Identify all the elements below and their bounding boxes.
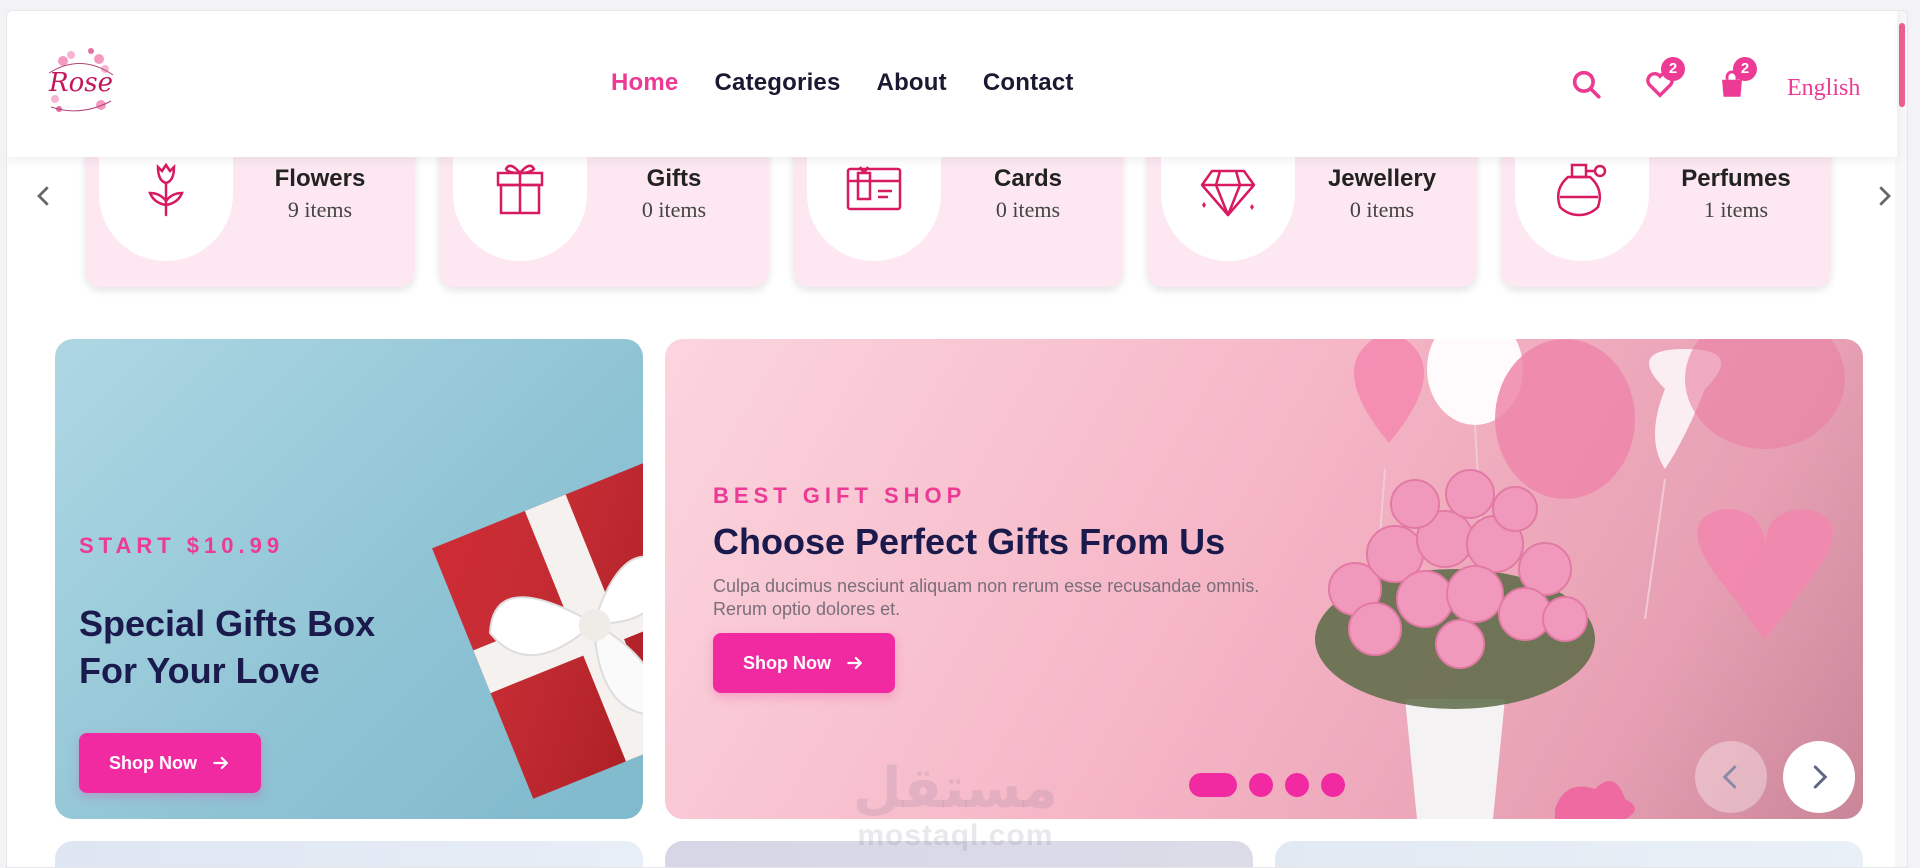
slider-dot-3[interactable]: [1285, 773, 1309, 797]
card-icon: [846, 166, 902, 211]
gift-icon: [496, 164, 544, 215]
category-name: Cards: [993, 165, 1063, 192]
arrow-right-icon: [847, 656, 862, 670]
promo-title-line2: For Your Love: [79, 649, 320, 691]
category-card-perfumes[interactable]: Perfumes 1 items: [1501, 139, 1831, 287]
perfume-icon: [1557, 163, 1607, 217]
hero-kicker: BEST GIFT SHOP: [713, 483, 967, 508]
chevron-right-icon: [1879, 186, 1891, 206]
search-button[interactable]: [1569, 67, 1603, 101]
button-label: Shop Now: [743, 652, 831, 673]
promo-kicker: START $10.99: [79, 533, 285, 558]
flower-icon: [148, 162, 184, 217]
category-count: 0 items: [641, 197, 707, 222]
browser-viewport: Rose Home Categories About Contact 2 2 E…: [6, 10, 1908, 868]
nav-about[interactable]: About: [877, 69, 947, 97]
chevron-right-icon: [1813, 765, 1828, 789]
category-card-gifts[interactable]: Gifts 0 items: [439, 139, 769, 287]
wishlist-count-badge: 2: [1661, 57, 1685, 81]
category-card-cards[interactable]: Cards 0 items: [793, 139, 1123, 287]
hero-title: Choose Perfect Gifts From Us: [713, 521, 1226, 562]
promo-title: Special Gifts Box For Your Love: [79, 601, 375, 695]
nav-contact[interactable]: Contact: [983, 69, 1074, 97]
slider-dot-2[interactable]: [1249, 773, 1273, 797]
promo-shop-now-button[interactable]: Shop Now: [79, 733, 261, 793]
slider-next-button[interactable]: [1783, 741, 1855, 813]
category-name: Perfumes: [1681, 165, 1791, 192]
svg-text:Rose: Rose: [48, 68, 113, 98]
roses-balloons-photo: [1315, 339, 1845, 819]
category-icon-circle: [1515, 139, 1649, 261]
categories-next-arrow[interactable]: [1869, 181, 1899, 211]
watermark-arabic: مستقل: [853, 756, 1058, 821]
hero-slider: BEST GIFT SHOP Choose Perfect Gifts From…: [665, 339, 1863, 819]
promo-title-line1: Special Gifts Box: [79, 603, 376, 644]
promo-card-peek-3: [1275, 841, 1863, 867]
hero-shop-now-button[interactable]: Shop Now: [713, 633, 895, 693]
wishlist-button[interactable]: 2: [1643, 57, 1685, 101]
mostaql-watermark: مستقل mostaql.com: [853, 759, 1058, 853]
diamond-icon: [1200, 169, 1256, 217]
category-icon-circle: [807, 139, 941, 261]
category-icon-circle: [99, 139, 233, 261]
rose-logo[interactable]: Rose: [41, 43, 121, 123]
language-selector[interactable]: English: [1787, 75, 1860, 102]
button-label: Shop Now: [109, 752, 197, 773]
gift-box-photo: [432, 458, 643, 799]
category-icon-circle: [453, 139, 587, 261]
category-name: Jewellery: [1327, 165, 1437, 192]
category-count: 9 items: [287, 197, 353, 222]
scrollbar-thumb[interactable]: [1899, 23, 1905, 107]
category-name: Gifts: [646, 165, 702, 192]
category-name: Flowers: [274, 165, 366, 192]
category-card-flowers[interactable]: Flowers 9 items: [85, 139, 415, 287]
chevron-left-icon: [37, 186, 49, 206]
category-count: 0 items: [995, 197, 1061, 222]
cart-button[interactable]: 2: [1715, 57, 1757, 101]
main-nav: Home Categories About Contact: [611, 69, 1074, 97]
promo-card-peek-1: [55, 841, 643, 867]
search-icon: [1572, 70, 1601, 99]
promo-banner-gift-box: START $10.99 Special Gifts Box For Your …: [55, 339, 643, 819]
chevron-left-icon: [1722, 765, 1737, 789]
nav-categories[interactable]: Categories: [714, 69, 840, 97]
category-icon-circle: [1161, 139, 1295, 261]
category-count: 1 items: [1703, 197, 1769, 222]
cart-count-badge: 2: [1733, 57, 1757, 81]
slider-dot-4[interactable]: [1321, 773, 1345, 797]
category-count: 0 items: [1349, 197, 1415, 222]
site-header: Rose Home Categories About Contact 2 2 E…: [7, 11, 1897, 157]
slider-prev-button[interactable]: [1695, 741, 1767, 813]
arrow-right-icon: [213, 756, 228, 770]
nav-home[interactable]: Home: [611, 69, 678, 97]
slider-pagination: [1189, 773, 1345, 797]
categories-prev-arrow[interactable]: [29, 181, 59, 211]
hero-description: Culpa ducimus nesciunt aliquam non rerum…: [713, 576, 1260, 620]
slider-dot-1[interactable]: [1189, 773, 1237, 797]
category-card-jewellery[interactable]: Jewellery 0 items: [1147, 139, 1477, 287]
watermark-latin: mostaql.com: [857, 819, 1054, 852]
